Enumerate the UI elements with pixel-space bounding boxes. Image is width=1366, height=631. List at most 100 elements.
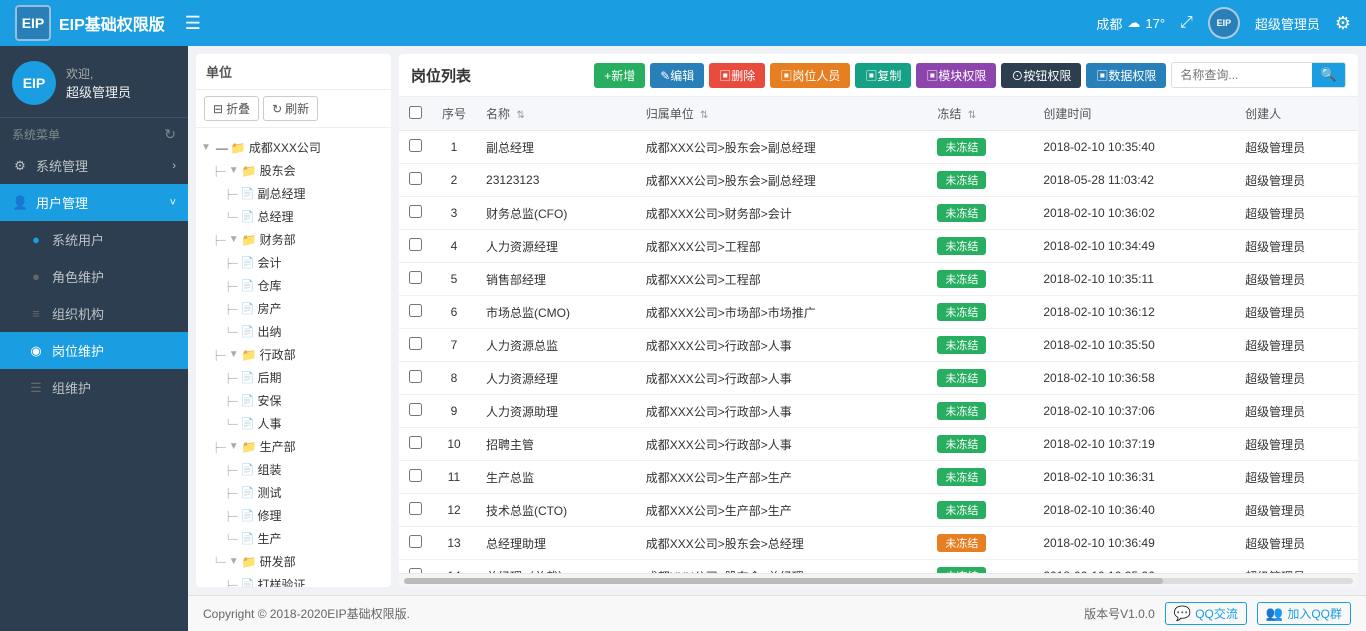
tree-indent: ├─ ▼ 📁 股东会 ├─ 📄 副总经理 bbox=[196, 159, 391, 587]
status-badge: 未冻结 bbox=[937, 237, 986, 255]
row-checkbox[interactable] bbox=[409, 172, 422, 185]
row-checkbox[interactable] bbox=[409, 139, 422, 152]
location-text: 成都 bbox=[1096, 14, 1122, 33]
sidebar-item-position-maint[interactable]: ◉ 岗位维护 bbox=[0, 332, 188, 369]
row-checkbox[interactable] bbox=[409, 370, 422, 383]
row-checkbox[interactable] bbox=[409, 469, 422, 482]
tree-node-label: 测试 bbox=[257, 484, 281, 501]
tree-node-rnd[interactable]: └─ ▼ 📁 研发部 bbox=[208, 550, 391, 573]
tree-node-finance[interactable]: ├─ ▼ 📁 财务部 bbox=[208, 228, 391, 251]
creator-cell: 超级管理员 bbox=[1235, 428, 1358, 461]
tree-node-post-prod[interactable]: ├─ 📄 后期 bbox=[220, 366, 391, 389]
tree-node-shareholders[interactable]: ├─ ▼ 📁 股东会 bbox=[208, 159, 391, 182]
delete-btn[interactable]: ▣删除 bbox=[709, 63, 765, 88]
row-checkbox[interactable] bbox=[409, 205, 422, 218]
row-checkbox[interactable] bbox=[409, 337, 422, 350]
tree-node-repair[interactable]: ├─ 📄 修理 bbox=[220, 504, 391, 527]
select-all-checkbox[interactable] bbox=[409, 106, 422, 119]
row-checkbox[interactable] bbox=[409, 436, 422, 449]
seq-col-header[interactable]: 序号 bbox=[432, 97, 476, 131]
app-title: EIP基础权限版 bbox=[59, 11, 165, 35]
row-checkbox-cell bbox=[399, 527, 432, 560]
row-checkbox-cell bbox=[399, 428, 432, 461]
weather-info: 成都 ☁ 17° bbox=[1096, 14, 1165, 33]
sidebar-item-role-maint[interactable]: ● 角色维护 bbox=[0, 258, 188, 295]
unit-col-header[interactable]: 归属单位 ⇅ bbox=[636, 97, 928, 131]
seq-cell: 14 bbox=[432, 560, 476, 574]
table-row: 3 财务总监(CFO) 成都XXX公司>财务部>会计 未冻结 2018-02-1… bbox=[399, 197, 1358, 230]
tree-node-assembly[interactable]: ├─ 📄 组装 bbox=[220, 458, 391, 481]
tree-node-label: 打样验证 bbox=[257, 576, 305, 587]
button-perms-btn[interactable]: ⊙按钮权限 bbox=[1001, 63, 1081, 88]
qq-chat-btn[interactable]: 💬 QQ交流 bbox=[1165, 602, 1247, 625]
sidebar-item-org-struct[interactable]: ≡ 组织机构 bbox=[0, 295, 188, 332]
sidebar-item-user-mgmt[interactable]: 👤 用户管理 ˅ bbox=[0, 184, 188, 221]
join-qq-btn[interactable]: 👥 加入QQ群 bbox=[1257, 602, 1351, 625]
collapse-label: 折叠 bbox=[226, 100, 250, 117]
tree-node-production[interactable]: ├─ ▼ 📁 生产部 bbox=[208, 435, 391, 458]
tree-node-realestate[interactable]: ├─ 📄 房产 bbox=[220, 297, 391, 320]
seq-cell: 4 bbox=[432, 230, 476, 263]
frozen-cell: 未冻结 bbox=[927, 362, 1033, 395]
sidebar-refresh-icon[interactable]: ↻ bbox=[164, 126, 176, 143]
sidebar-item-label: 组织机构 bbox=[52, 304, 104, 323]
row-checkbox[interactable] bbox=[409, 271, 422, 284]
status-badge: 未冻结 bbox=[937, 303, 986, 321]
add-btn[interactable]: +新增 bbox=[594, 63, 645, 88]
unit-cell: 成都XXX公司>工程部 bbox=[636, 263, 928, 296]
copy-btn[interactable]: ▣复制 bbox=[855, 63, 911, 88]
horizontal-scrollbar[interactable] bbox=[399, 573, 1358, 587]
row-checkbox[interactable] bbox=[409, 238, 422, 251]
seq-cell: 2 bbox=[432, 164, 476, 197]
tree-node-admin-dept[interactable]: ├─ ▼ 📁 行政部 bbox=[208, 343, 391, 366]
row-checkbox[interactable] bbox=[409, 403, 422, 416]
module-perms-btn[interactable]: ▣模块权限 bbox=[916, 63, 996, 88]
content-body: 单位 ⊟ 折叠 ↻ 刷新 ▼ bbox=[188, 46, 1366, 595]
menu-toggle-icon[interactable]: ☰ bbox=[185, 13, 201, 34]
frozen-col-header[interactable]: 冻结 ⇅ bbox=[927, 97, 1033, 131]
data-perms-btn[interactable]: ▣数据权限 bbox=[1086, 63, 1166, 88]
refresh-btn[interactable]: ↻ 刷新 bbox=[263, 96, 318, 121]
sidebar-item-sys-users[interactable]: ● 系统用户 bbox=[0, 221, 188, 258]
position-people-btn[interactable]: ▣岗位人员 bbox=[770, 63, 850, 88]
tree-panel: 单位 ⊟ 折叠 ↻ 刷新 ▼ bbox=[196, 54, 391, 587]
gear-icon: ⚙ bbox=[12, 158, 28, 174]
row-checkbox[interactable] bbox=[409, 304, 422, 317]
settings-icon[interactable]: ⚙ bbox=[1335, 13, 1351, 34]
tree-node-cashier[interactable]: └─ 📄 出纳 bbox=[220, 320, 391, 343]
tree-node-prod[interactable]: └─ 📄 生产 bbox=[220, 527, 391, 550]
row-checkbox-cell bbox=[399, 494, 432, 527]
name-cell: 副总经理 bbox=[476, 131, 636, 164]
edit-btn[interactable]: ✎编辑 bbox=[650, 63, 704, 88]
collapse-btn[interactable]: ⊟ 折叠 bbox=[204, 96, 259, 121]
row-checkbox[interactable] bbox=[409, 535, 422, 548]
tree-node-security[interactable]: ├─ 📄 安保 bbox=[220, 389, 391, 412]
frozen-cell: 未冻结 bbox=[927, 131, 1033, 164]
sidebar-item-system-mgmt[interactable]: ⚙ 系统管理 › bbox=[0, 147, 188, 184]
tree-node-sample[interactable]: ├─ 📄 打样验证 bbox=[220, 573, 391, 587]
row-checkbox[interactable] bbox=[409, 502, 422, 515]
file-icon: 📄 bbox=[241, 463, 255, 476]
row-checkbox-cell bbox=[399, 560, 432, 574]
tree-node-accounting[interactable]: ├─ 📄 会计 bbox=[220, 251, 391, 274]
sidebar-item-group-maint[interactable]: ☰ 组维护 bbox=[0, 369, 188, 406]
tree-node-vp[interactable]: ├─ 📄 副总经理 bbox=[220, 182, 391, 205]
status-badge: 未冻结 bbox=[937, 171, 986, 189]
creator-cell: 超级管理员 bbox=[1235, 560, 1358, 574]
name-col-header[interactable]: 名称 ⇅ bbox=[476, 97, 636, 131]
search-button[interactable]: 🔍 bbox=[1312, 63, 1345, 87]
user-icon: 👤 bbox=[12, 195, 28, 211]
tree-node-test[interactable]: ├─ 📄 测试 bbox=[220, 481, 391, 504]
table-wrapper: 序号 名称 ⇅ 归属单位 ⇅ 冻结 ⇅ bbox=[399, 97, 1358, 573]
status-badge: 未冻结 bbox=[937, 435, 986, 453]
sort-icon: ⇅ bbox=[968, 110, 976, 121]
expand-icon[interactable]: ⤢ bbox=[1180, 14, 1193, 32]
tree-node-warehouse[interactable]: ├─ 📄 仓库 bbox=[220, 274, 391, 297]
tree-node-company[interactable]: ▼ — 📁 成都XXX公司 bbox=[196, 136, 391, 159]
tree-node-gm[interactable]: └─ 📄 总经理 bbox=[220, 205, 391, 228]
tree-node-hr[interactable]: └─ 📄 人事 bbox=[220, 412, 391, 435]
scrollbar-thumb[interactable] bbox=[404, 578, 1163, 584]
search-input[interactable] bbox=[1172, 64, 1312, 86]
scrollbar-track[interactable] bbox=[404, 578, 1353, 584]
panel-toolbar: +新增 ✎编辑 ▣删除 ▣岗位人员 ▣复制 ▣模块权限 ⊙按钮权限 ▣数据权限 … bbox=[594, 62, 1346, 88]
